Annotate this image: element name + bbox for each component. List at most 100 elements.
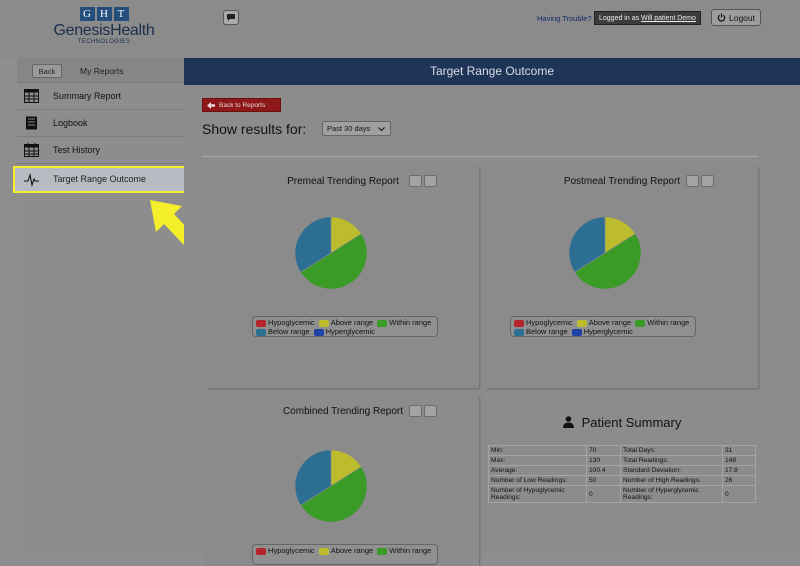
date-range-select[interactable]: Past 30 days: [322, 121, 391, 136]
stat-label: Standard Deviation:: [620, 465, 723, 476]
sidebar-item-summary-report[interactable]: Summary Report: [17, 83, 184, 110]
sidebar-item-test-history[interactable]: Test History: [17, 137, 184, 164]
summary-report-icon: [24, 89, 39, 103]
logbook-icon: [26, 116, 37, 130]
pulse-icon: [24, 173, 39, 187]
logo-name: GenesisHealth: [53, 22, 155, 39]
feedback-button[interactable]: [223, 10, 239, 25]
app-header: G H T GenesisHealth TECHNOLOGIES Having …: [0, 0, 800, 58]
download-icon[interactable]: [701, 175, 714, 187]
patient-summary-title: Patient Summary: [486, 415, 758, 430]
premeal-report-card: Premeal Trending Report Hypoglycemic Abo…: [207, 166, 479, 388]
table-row: Average: 100.4 Standard Deviation: 17.8: [488, 465, 756, 476]
card-title: Postmeal Trending Report: [563, 176, 681, 187]
stat-value: 0: [586, 485, 621, 503]
stat-value: 148: [722, 455, 756, 466]
card-actions: [409, 405, 437, 417]
chart-legend: Hypoglycemic Above range Within range: [252, 544, 438, 565]
back-button[interactable]: Back: [32, 64, 62, 78]
table-row: Number of Hypoglycemic Readings: 0 Numbe…: [488, 485, 756, 503]
logged-in-user-link[interactable]: Will patient Demo: [641, 15, 696, 22]
stat-value: 0: [722, 485, 756, 503]
patient-summary-panel: Patient Summary Min: 70 Total Days: 31 M…: [486, 389, 758, 554]
logged-in-badge[interactable]: Logged in as Will patient Demo: [594, 11, 701, 25]
card-title: Combined Trending Report: [282, 406, 404, 417]
main-content: Target Range Outcome Back to Reports Sho…: [184, 58, 800, 566]
legend-item-above-range: Above range: [576, 318, 631, 327]
genesis-health-logo[interactable]: G H T GenesisHealth TECHNOLOGIES: [50, 7, 158, 45]
chart-legend: Hypoglycemic Above range Within range Be…: [510, 316, 696, 337]
stat-label: Total Readings:: [620, 455, 723, 466]
legend-item-hypoglycemic: Hypoglycemic: [514, 318, 573, 327]
stat-value: 26: [722, 475, 756, 486]
stat-label: Average:: [488, 465, 587, 476]
legend-item-hyperglycemic: Hyperglycemic: [571, 327, 633, 336]
reports-sidebar: Back My Reports Summary Report Logbook T…: [13, 58, 186, 554]
logo-letters: G H T: [50, 7, 158, 21]
legend-item-within-range: Within range: [635, 318, 689, 327]
stat-label: Number of Low Readings:: [488, 475, 587, 486]
legend-item-below-range: Below range: [256, 327, 310, 336]
back-to-reports-button[interactable]: Back to Reports: [202, 98, 281, 112]
calendar-icon: [24, 143, 39, 157]
card-actions: [686, 175, 714, 187]
sidebar-item-target-range-outcome[interactable]: Target Range Outcome: [13, 166, 186, 193]
sidebar-item-label: Target Range Outcome: [53, 174, 147, 184]
legend-item-hyperglycemic: Hyperglycemic: [313, 327, 375, 336]
legend-item-within-range: Within range: [377, 318, 431, 327]
legend-item-below-range: Below range: [514, 327, 568, 336]
logo-letter: G: [79, 7, 95, 21]
logo-letter: T: [113, 7, 129, 21]
sidebar-title: My Reports: [80, 66, 124, 76]
stat-label: Min:: [488, 445, 587, 456]
having-trouble-link[interactable]: Having Trouble?: [537, 14, 592, 23]
stat-value: 70: [586, 445, 621, 456]
legend-item-hypoglycemic: Hypoglycemic: [256, 318, 315, 327]
card-actions: [409, 175, 437, 187]
postmeal-pie-chart: [568, 216, 642, 290]
stat-label: Number of Hypoglycemic Readings:: [488, 485, 587, 503]
arrow-left-icon: [207, 101, 215, 109]
print-icon[interactable]: [409, 405, 422, 417]
chat-bubble-icon: [227, 14, 235, 21]
chart-legend: Hypoglycemic Above range Within range Be…: [252, 316, 438, 337]
logout-label: Logout: [729, 12, 755, 23]
legend-item-above-range: Above range: [318, 318, 373, 327]
download-icon[interactable]: [424, 405, 437, 417]
sidebar-item-logbook[interactable]: Logbook: [17, 110, 184, 137]
patient-summary-table: Min: 70 Total Days: 31 Max: 130 Total Re…: [488, 445, 756, 503]
sidebar-item-label: Summary Report: [53, 91, 122, 101]
date-range-value: Past 30 days: [327, 124, 371, 133]
user-icon: [562, 416, 574, 428]
logo-letter: H: [96, 7, 112, 21]
page-title: Target Range Outcome: [184, 58, 800, 85]
stat-label: Max:: [488, 455, 587, 466]
combined-pie-chart: [294, 449, 368, 523]
print-icon[interactable]: [686, 175, 699, 187]
logged-in-prefix: Logged in as: [599, 15, 640, 22]
patient-summary-label: Patient Summary: [581, 415, 682, 430]
stat-label: Total Days:: [620, 445, 723, 456]
sidebar-header: Back My Reports: [17, 58, 184, 83]
table-row: Max: 130 Total Readings: 148: [488, 455, 756, 466]
combined-report-card: Combined Trending Report Hypoglycemic Ab…: [207, 396, 479, 566]
power-icon: [717, 13, 726, 22]
stat-label: Number of Hyperglycemic Readings:: [620, 485, 723, 503]
chevron-down-icon: [378, 127, 385, 132]
stat-value: 17.8: [722, 465, 756, 476]
card-title: Premeal Trending Report: [287, 176, 399, 187]
premeal-pie-chart: [294, 216, 368, 290]
sidebar-item-label: Test History: [53, 145, 101, 155]
postmeal-report-card: Postmeal Trending Report Hypoglycemic Ab…: [486, 166, 758, 388]
stat-value: 50: [586, 475, 621, 486]
show-results-label: Show results for:: [202, 121, 307, 137]
stat-value: 100.4: [586, 465, 621, 476]
download-icon[interactable]: [424, 175, 437, 187]
divider: [202, 156, 758, 157]
stat-value: 31: [722, 445, 756, 456]
table-row: Number of Low Readings: 50 Number of Hig…: [488, 475, 756, 486]
print-icon[interactable]: [409, 175, 422, 187]
sidebar-item-label: Logbook: [53, 118, 88, 128]
logout-button[interactable]: Logout: [711, 9, 761, 26]
back-to-reports-label: Back to Reports: [219, 101, 266, 109]
